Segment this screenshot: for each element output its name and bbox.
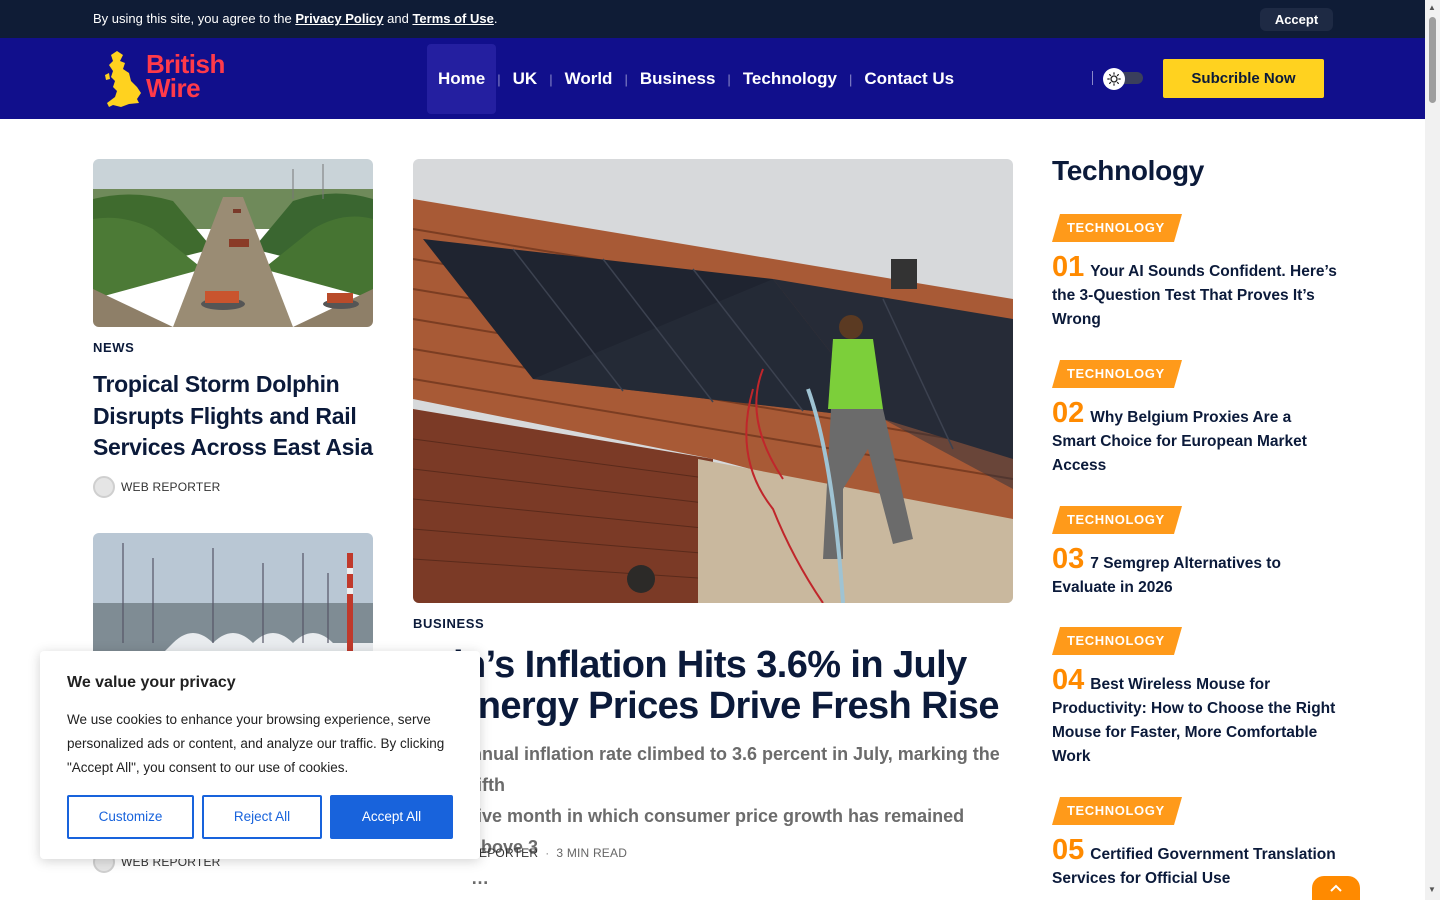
- category-pill-label: TECHNOLOGY: [1067, 633, 1165, 648]
- category-pill-label: TECHNOLOGY: [1067, 366, 1165, 381]
- sidebar-article-title[interactable]: 03 7 Semgrep Alternatives to Evaluate in …: [1052, 545, 1337, 600]
- nav-uk[interactable]: UK: [502, 44, 549, 114]
- nav-separator: |: [549, 71, 553, 87]
- nav-technology[interactable]: Technology: [732, 44, 848, 114]
- article-title-text: 7 Semgrep Alternatives to Evaluate in 20…: [1052, 555, 1281, 596]
- solar-roof-photo: [413, 159, 1013, 603]
- scroll-up-arrow-icon[interactable]: ▲: [1428, 3, 1436, 12]
- nav-home[interactable]: Home: [427, 44, 497, 114]
- category-pill[interactable]: TECHNOLOGY: [1052, 506, 1182, 534]
- scroll-down-arrow-icon[interactable]: ▼: [1428, 885, 1436, 894]
- sidebar-article[interactable]: TECHNOLOGY 04 Best Wireless Mouse for Pro…: [1052, 627, 1337, 769]
- page-scrollbar[interactable]: ▲ ▼: [1425, 0, 1440, 900]
- category-tag[interactable]: NEWS: [93, 340, 134, 355]
- author-name[interactable]: WEB REPORTER: [121, 480, 221, 494]
- sidebar-article-title[interactable]: 02 Why Belgium Proxies Are a Smart Choice…: [1052, 399, 1337, 478]
- article-title-text: Why Belgium Proxies Are a Smart Choice f…: [1052, 409, 1307, 474]
- sidebar-article-title[interactable]: 04 Best Wireless Mouse for Productivity: …: [1052, 666, 1337, 769]
- article-title[interactable]: Tropical Storm Dolphin Disrupts Flights …: [93, 369, 383, 464]
- category-tag[interactable]: BUSINESS: [413, 616, 484, 631]
- terms-of-use-link[interactable]: Terms of Use: [412, 11, 493, 26]
- category-pill[interactable]: TECHNOLOGY: [1052, 214, 1182, 242]
- sidebar-title: Technology: [1052, 155, 1205, 186]
- site-logo[interactable]: British Wire: [103, 49, 233, 109]
- accept-all-button[interactable]: Accept All: [330, 795, 453, 839]
- notice-and: and: [383, 11, 413, 26]
- category-pill-label: TECHNOLOGY: [1067, 512, 1165, 527]
- nav-contact-us[interactable]: Contact Us: [853, 44, 965, 114]
- chevron-up-icon: [1330, 884, 1342, 892]
- featured-image[interactable]: [413, 159, 1013, 603]
- port-photo: [93, 533, 373, 663]
- notice-prefix: By using this site, you agree to the: [93, 11, 296, 26]
- article-rank: 05: [1052, 834, 1085, 866]
- port-image[interactable]: [93, 533, 373, 663]
- meta-dot: ·: [545, 846, 550, 860]
- sidebar-article-title[interactable]: 05 Certified Government Translation Servi…: [1052, 836, 1337, 891]
- flood-rescue-image[interactable]: [93, 159, 373, 327]
- featured-title-line-2: Energy Prices Drive Fresh Rise: [453, 685, 1000, 727]
- sidebar-article[interactable]: TECHNOLOGY 03 7 Semgrep Alternatives to E…: [1052, 506, 1337, 600]
- article-title-text: Certified Government Translation Service…: [1052, 846, 1336, 887]
- sidebar-article-title[interactable]: 01 Your AI Sounds Confident. Here’s the 3…: [1052, 253, 1337, 332]
- header-divider: [1092, 71, 1093, 85]
- notice-text: By using this site, you agree to the Pri…: [93, 11, 497, 26]
- sun-icon: [1107, 72, 1121, 86]
- category-pill-label: TECHNOLOGY: [1067, 803, 1165, 818]
- privacy-policy-link[interactable]: Privacy Policy: [295, 11, 383, 26]
- logo-line-2: Wire: [146, 73, 201, 103]
- category-pill[interactable]: TECHNOLOGY: [1052, 627, 1182, 655]
- cookie-title: We value your privacy: [67, 674, 236, 691]
- featured-title-line-1: in’s Inflation Hits 3.6% in July: [453, 645, 967, 686]
- article-rank: 02: [1052, 397, 1085, 429]
- sidebar-article[interactable]: TECHNOLOGY 02 Why Belgium Proxies Are a S…: [1052, 360, 1337, 478]
- scrollbar-thumb[interactable]: [1429, 17, 1436, 103]
- category-pill-label: TECHNOLOGY: [1067, 220, 1165, 235]
- sidebar-article[interactable]: TECHNOLOGY 05 Certified Government Transl…: [1052, 797, 1337, 891]
- cookie-description: We use cookies to enhance your browsing …: [67, 712, 445, 775]
- excerpt-line-3: …: [471, 868, 489, 888]
- article-rank: 01: [1052, 251, 1085, 283]
- reject-all-button[interactable]: Reject All: [202, 795, 322, 839]
- notice-suffix: .: [493, 11, 498, 26]
- read-time: 3 MIN READ: [556, 846, 628, 860]
- sidebar-article[interactable]: TECHNOLOGY 01 Your AI Sounds Confident. H…: [1052, 214, 1337, 332]
- customize-button[interactable]: Customize: [67, 795, 194, 839]
- cookie-consent-dialog: We value your privacy We use cookies to …: [40, 651, 480, 859]
- featured-excerpt: nnual inflation rate climbed to 3.6 perc…: [413, 739, 1013, 894]
- article-title-text: Best Wireless Mouse for Productivity: Ho…: [1052, 676, 1336, 765]
- article-author: WEB REPORTER: [93, 476, 221, 498]
- logo-text: British Wire: [146, 51, 225, 103]
- avatar: [93, 476, 115, 498]
- excerpt-line-1: nnual inflation rate climbed to 3.6 perc…: [471, 744, 1000, 795]
- subscribe-button[interactable]: Subcrible Now: [1163, 59, 1324, 98]
- article-title-text: Your AI Sounds Confident. Here’s the 3-Q…: [1052, 263, 1337, 328]
- site-header: British Wire Home | UK | World | Busines…: [0, 38, 1425, 119]
- main-navigation: Home | UK | World | Business | Technolog…: [427, 44, 965, 114]
- uk-map-icon: [105, 51, 141, 107]
- toggle-knob: [1103, 68, 1125, 90]
- nav-world[interactable]: World: [554, 44, 624, 114]
- consent-notice-bar: By using this site, you agree to the Pri…: [0, 0, 1425, 38]
- category-pill[interactable]: TECHNOLOGY: [1052, 797, 1182, 825]
- article-rank: 03: [1052, 543, 1085, 575]
- back-to-top-button[interactable]: [1312, 876, 1360, 900]
- flood-photo: [93, 159, 373, 327]
- article-rank: 04: [1052, 664, 1085, 696]
- nav-business[interactable]: Business: [629, 44, 727, 114]
- notice-accept-button[interactable]: Accept: [1260, 8, 1333, 31]
- nav-separator: |: [497, 71, 501, 87]
- theme-toggle[interactable]: [1103, 68, 1143, 90]
- category-pill[interactable]: TECHNOLOGY: [1052, 360, 1182, 388]
- featured-title[interactable]: in’s Inflation Hits 3.6% in July Energy …: [413, 645, 1013, 727]
